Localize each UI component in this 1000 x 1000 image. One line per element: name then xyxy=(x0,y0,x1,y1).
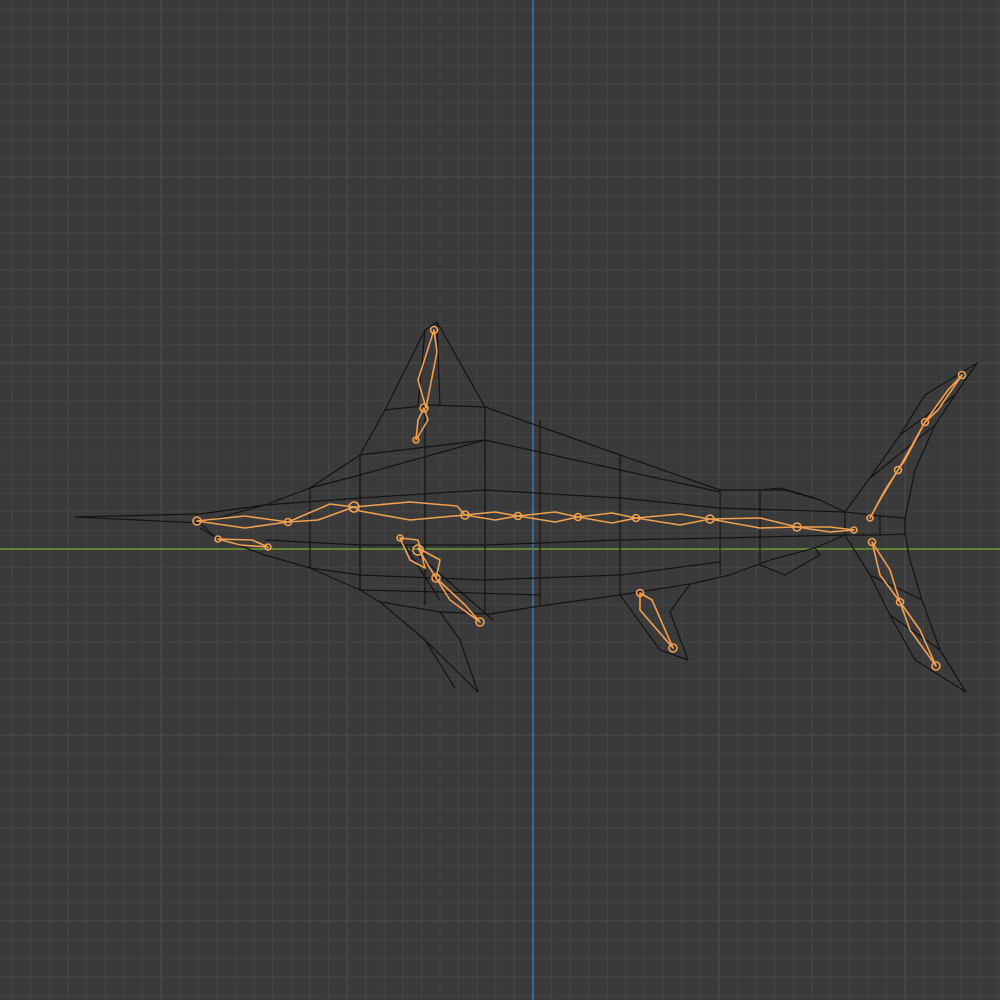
bone-dorsal-fin-tip[interactable] xyxy=(417,329,438,409)
mesh-bill xyxy=(74,504,266,538)
mesh-peduncle xyxy=(844,511,906,536)
mesh-body-upper xyxy=(199,404,846,515)
viewport-canvas[interactable] xyxy=(0,0,1000,1000)
viewport-grid xyxy=(0,0,1000,1000)
mesh-pectoral-fin xyxy=(379,537,494,693)
bone-spine-01[interactable] xyxy=(464,511,519,521)
bone-spine-02[interactable] xyxy=(517,511,579,523)
mesh-tail-upper xyxy=(844,362,978,519)
mesh-finlet-lower xyxy=(759,547,821,576)
marlin-mesh[interactable] xyxy=(74,321,978,693)
mesh-anal-fin xyxy=(619,583,691,661)
bone-spine-neck[interactable] xyxy=(287,503,355,523)
bone-tail-upper-02[interactable] xyxy=(897,421,926,471)
bone-dorsal-fin-base[interactable] xyxy=(415,407,429,441)
bone-spine-chest[interactable] xyxy=(353,501,466,521)
bone-tail-upper-01[interactable] xyxy=(869,469,899,519)
3d-viewport[interactable] xyxy=(0,0,1000,1000)
bone-spine-04[interactable] xyxy=(635,513,711,526)
mesh-edge-loops-cross xyxy=(309,405,761,614)
bone-spine-head[interactable] xyxy=(196,515,289,529)
bone-spine-05[interactable] xyxy=(709,517,798,529)
